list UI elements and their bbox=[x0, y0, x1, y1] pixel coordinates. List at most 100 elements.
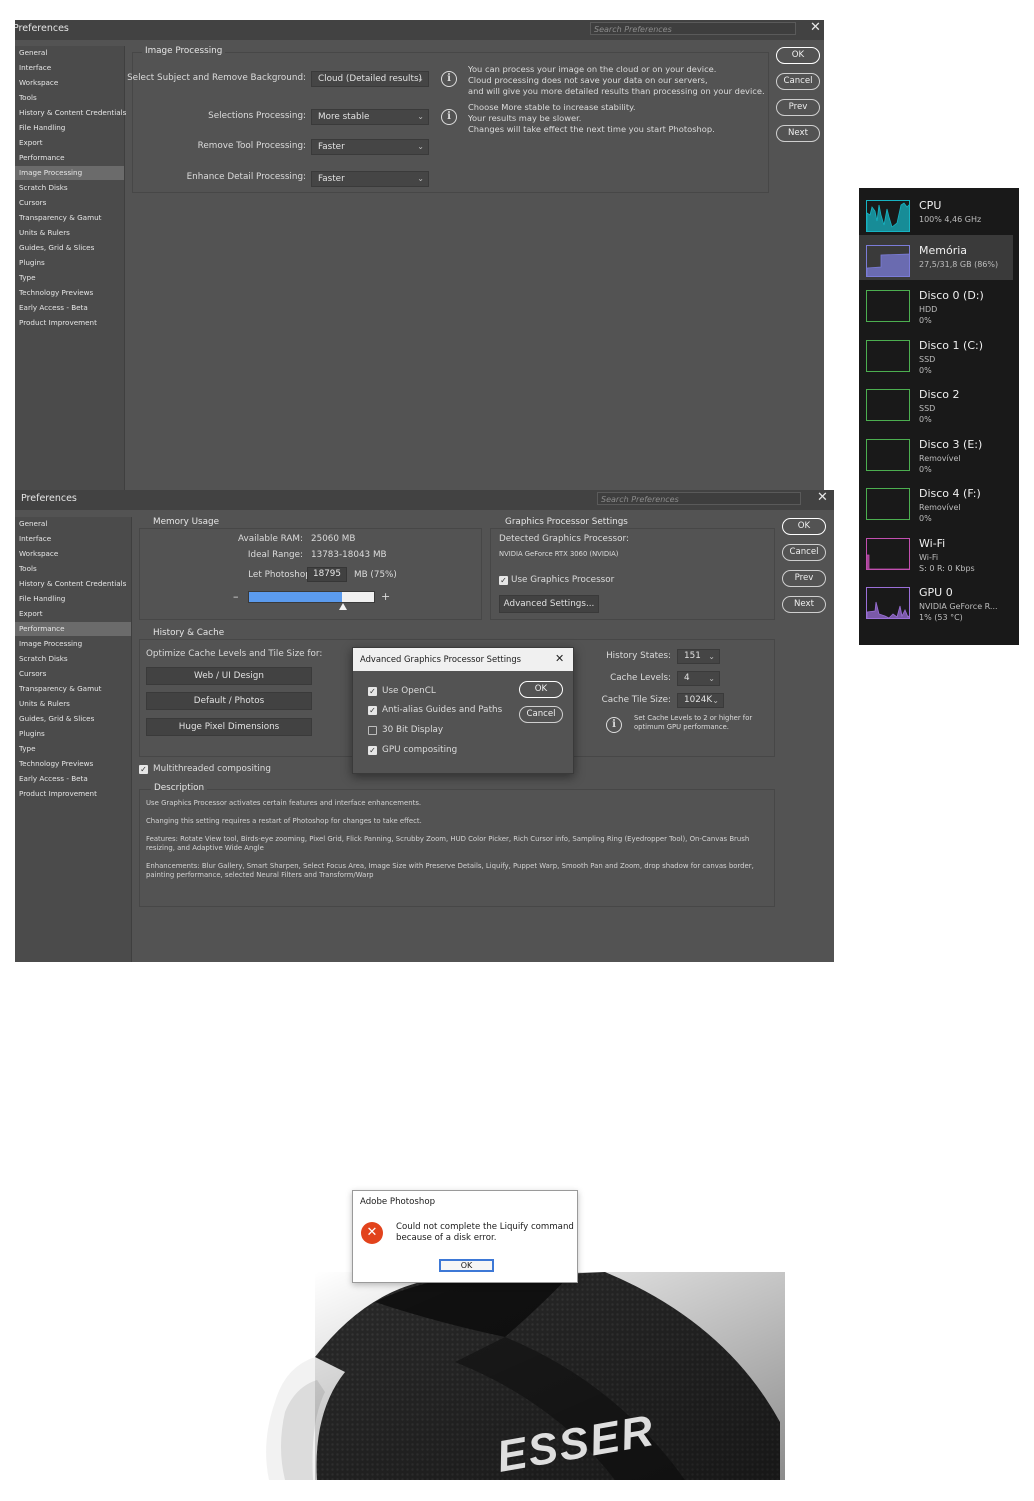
sidebar-item-interface[interactable]: Interface bbox=[15, 61, 124, 75]
sidebar-item-export[interactable]: Export bbox=[15, 607, 131, 621]
task-manager-item-disco-1-c[interactable]: Disco 1 (C:) SSD 0% bbox=[859, 330, 1013, 375]
sidebar-item-image-processing[interactable]: Image Processing bbox=[15, 637, 131, 651]
task-manager-item-gpu-0[interactable]: GPU 0 NVIDIA GeForce R... 1% (53 °C) bbox=[859, 577, 1013, 622]
memory-slider-handle[interactable] bbox=[339, 603, 348, 610]
sidebar-item-file-handling[interactable]: File Handling bbox=[15, 592, 131, 606]
sidebar-item-technology-previews[interactable]: Technology Previews bbox=[15, 757, 131, 771]
sidebar-item-image-processing[interactable]: Image Processing bbox=[15, 166, 124, 180]
sidebar-item-tools[interactable]: Tools bbox=[15, 562, 131, 576]
task-manager-item-detail: 0% bbox=[919, 365, 932, 375]
cancel-button[interactable]: Cancel bbox=[782, 544, 826, 561]
sidebar-item-general[interactable]: General bbox=[15, 517, 131, 531]
next-button[interactable]: Next bbox=[782, 596, 826, 613]
close-icon[interactable]: ✕ bbox=[810, 21, 821, 34]
error-ok-button[interactable]: OK bbox=[439, 1259, 494, 1272]
task-manager-item-disco-3-e[interactable]: Disco 3 (E:) Removível 0% bbox=[859, 429, 1013, 474]
memory-usage-title: Memory Usage bbox=[150, 517, 222, 527]
dialog-ok-button[interactable]: OK bbox=[519, 681, 563, 698]
sidebar-item-technology-previews[interactable]: Technology Previews bbox=[15, 286, 124, 300]
sidebar-item-file-handling[interactable]: File Handling bbox=[15, 121, 124, 135]
preferences-sidebar: General Interface Workspace Tools History & … bbox=[15, 46, 126, 492]
prev-button[interactable]: Prev bbox=[776, 99, 820, 116]
ok-button[interactable]: OK bbox=[776, 47, 820, 64]
task-manager-item-detail: 0% bbox=[919, 316, 932, 325]
gpu-compositing-checkbox[interactable]: ✓ bbox=[368, 746, 377, 755]
sidebar-item-export[interactable]: Export bbox=[15, 136, 124, 150]
anti-alias-checkbox[interactable]: ✓ bbox=[368, 706, 377, 715]
web-ui-design-button[interactable]: Web / UI Design bbox=[146, 667, 312, 685]
info-icon: i bbox=[441, 109, 457, 125]
sidebar-item-general[interactable]: General bbox=[15, 46, 124, 60]
sidebar-item-early-access-beta[interactable]: Early Access - Beta bbox=[15, 301, 124, 315]
sidebar-item-guides-grid-and-slices[interactable]: Guides, Grid & Slices bbox=[15, 241, 124, 255]
usage-graph-plot bbox=[867, 489, 910, 520]
sidebar-item-transparency-and-gamut[interactable]: Transparency & Gamut bbox=[15, 682, 131, 696]
task-manager-item-disco-0-d[interactable]: Disco 0 (D:) HDD 0% bbox=[859, 280, 1013, 325]
decrease-memory-button[interactable]: – bbox=[233, 590, 239, 603]
search-preferences-input[interactable]: Search Preferences bbox=[590, 22, 796, 35]
30-bit-display-checkbox[interactable] bbox=[368, 726, 377, 735]
info-icon: i bbox=[441, 71, 457, 87]
dialog-cancel-button[interactable]: Cancel bbox=[519, 706, 563, 723]
task-manager-item-disco-2[interactable]: Disco 2 SSD 0% bbox=[859, 379, 1013, 424]
sidebar-item-interface[interactable]: Interface bbox=[15, 532, 131, 546]
sidebar-item-units-and-rulers[interactable]: Units & Rulers bbox=[15, 226, 124, 240]
remove-tool-processing-dropdown[interactable]: Faster ⌄ bbox=[311, 139, 429, 155]
cancel-button[interactable]: Cancel bbox=[776, 73, 820, 90]
sidebar-item-plugins[interactable]: Plugins bbox=[15, 727, 131, 741]
sidebar-item-plugins[interactable]: Plugins bbox=[15, 256, 124, 270]
use-opencl-checkbox[interactable]: ✓ bbox=[368, 687, 377, 696]
sidebar-item-type[interactable]: Type bbox=[15, 742, 131, 756]
sidebar-item-workspace[interactable]: Workspace bbox=[15, 76, 124, 90]
task-manager-item-detail: SSD bbox=[919, 354, 936, 364]
sidebar-item-cursors[interactable]: Cursors bbox=[15, 196, 124, 210]
sidebar-item-guides-grid-and-slices[interactable]: Guides, Grid & Slices bbox=[15, 712, 131, 726]
huge-pixel-dimensions-button[interactable]: Huge Pixel Dimensions bbox=[146, 718, 312, 736]
prev-button[interactable]: Prev bbox=[782, 570, 826, 587]
memory-slider-fill bbox=[249, 592, 343, 602]
ideal-range-label: Ideal Range: bbox=[247, 550, 303, 560]
usage-graph-plot bbox=[867, 440, 910, 471]
sidebar-item-product-improvement[interactable]: Product Improvement bbox=[15, 316, 124, 330]
sidebar-item-scratch-disks[interactable]: Scratch Disks bbox=[15, 181, 124, 195]
ok-button[interactable]: OK bbox=[782, 518, 826, 535]
memory-amount-input[interactable]: 18795 bbox=[307, 567, 347, 582]
cloud-processing-info: You can process your image on the cloud … bbox=[468, 64, 765, 96]
task-manager-item-cpu[interactable]: CPU 100% 4,46 GHz bbox=[859, 190, 1013, 235]
image-processing-group-title: Image Processing bbox=[142, 46, 226, 56]
selections-processing-dropdown[interactable]: More stable ⌄ bbox=[311, 109, 429, 125]
close-icon[interactable]: ✕ bbox=[555, 652, 564, 665]
task-manager-item-name: Disco 1 (C:) bbox=[919, 338, 983, 352]
sidebar-item-product-improvement[interactable]: Product Improvement bbox=[15, 787, 131, 801]
sidebar-item-scratch-disks[interactable]: Scratch Disks bbox=[15, 652, 131, 666]
sidebar-item-tools[interactable]: Tools bbox=[15, 91, 124, 105]
select-subject-dropdown[interactable]: Cloud (Detailed results) ⌄ bbox=[311, 71, 429, 87]
task-manager-item-mem-ria[interactable]: Memória 27,5/31,8 GB (86%) bbox=[859, 235, 1013, 280]
memory-slider[interactable] bbox=[248, 591, 375, 603]
default-photos-button[interactable]: Default / Photos bbox=[146, 692, 312, 710]
task-manager-item-disco-4-f[interactable]: Disco 4 (F:) Removível 0% bbox=[859, 478, 1013, 523]
sidebar-item-transparency-and-gamut[interactable]: Transparency & Gamut bbox=[15, 211, 124, 225]
task-manager-item-detail: 0% bbox=[919, 514, 932, 523]
cache-tile-size-dropdown[interactable]: 1024K ⌄ bbox=[677, 693, 724, 708]
use-graphics-processor-checkbox[interactable]: ✓ bbox=[499, 576, 508, 585]
next-button[interactable]: Next bbox=[776, 125, 820, 142]
multithreaded-compositing-checkbox[interactable]: ✓ bbox=[139, 765, 148, 774]
increase-memory-button[interactable]: + bbox=[381, 590, 390, 603]
history-states-dropdown[interactable]: 151 ⌄ bbox=[677, 649, 720, 664]
sidebar-item-performance[interactable]: Performance bbox=[15, 151, 124, 165]
close-icon[interactable]: ✕ bbox=[817, 491, 828, 504]
enhance-detail-processing-dropdown[interactable]: Faster ⌄ bbox=[311, 171, 429, 187]
sidebar-item-type[interactable]: Type bbox=[15, 271, 124, 285]
advanced-settings-button[interactable]: Advanced Settings... bbox=[499, 595, 599, 613]
sidebar-item-history-and-content-credentials[interactable]: History & Content Credentials bbox=[15, 577, 131, 591]
cache-levels-dropdown[interactable]: 4 ⌄ bbox=[677, 671, 720, 686]
search-preferences-input[interactable]: Search Preferences bbox=[597, 492, 801, 505]
sidebar-item-performance[interactable]: Performance bbox=[15, 622, 131, 636]
sidebar-item-early-access-beta[interactable]: Early Access - Beta bbox=[15, 772, 131, 786]
task-manager-item-wi-fi[interactable]: Wi-Fi Wi-Fi S: 0 R: 0 Kbps bbox=[859, 528, 1013, 573]
sidebar-item-units-and-rulers[interactable]: Units & Rulers bbox=[15, 697, 131, 711]
sidebar-item-cursors[interactable]: Cursors bbox=[15, 667, 131, 681]
sidebar-item-workspace[interactable]: Workspace bbox=[15, 547, 131, 561]
sidebar-item-history-and-content-credentials[interactable]: History & Content Credentials bbox=[15, 106, 126, 120]
